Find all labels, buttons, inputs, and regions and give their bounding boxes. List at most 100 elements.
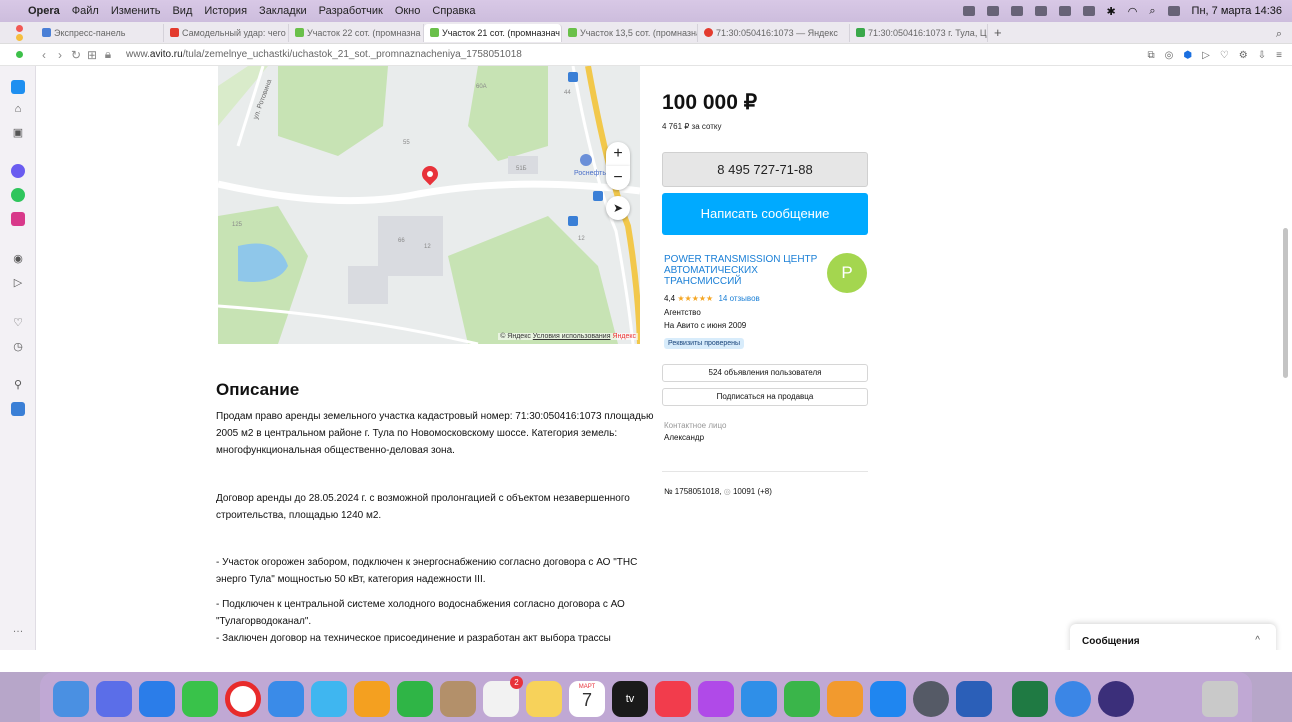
tab-avito-21-active[interactable]: Участок 21 сот. (промназнач — [424, 23, 562, 42]
menu-bookmarks[interactable]: Закладки — [259, 5, 307, 17]
map-zoom-out-button[interactable]: − — [606, 166, 630, 190]
back-button[interactable]: ‹ — [36, 48, 52, 62]
podcasts-icon[interactable] — [698, 681, 734, 717]
messages-app-icon[interactable] — [182, 681, 218, 717]
reload-button[interactable]: ↻ — [68, 48, 84, 62]
status-app-icon[interactable] — [1010, 6, 1023, 16]
tab-cadastre[interactable]: 71:30:050416:1073 г. Тула, Ц — [850, 23, 988, 42]
pages-icon[interactable] — [827, 681, 863, 717]
wallet-icon[interactable]: ▣ — [11, 126, 25, 140]
url-field[interactable]: www.avito.ru/tula/zemelnye_uchastki/ucha… — [126, 49, 522, 60]
excel-icon[interactable] — [1012, 681, 1048, 717]
menu-view[interactable]: Вид — [172, 5, 192, 17]
download-icon[interactable]: ⇩ — [1258, 50, 1266, 61]
menu-window[interactable]: Окно — [395, 5, 421, 17]
system-preferences-icon[interactable] — [913, 681, 949, 717]
camera-icon[interactable]: ◎ — [1165, 50, 1174, 61]
word-icon[interactable] — [956, 681, 992, 717]
history-icon[interactable]: ◷ — [11, 340, 25, 354]
numbers-icon[interactable] — [784, 681, 820, 717]
keynote-icon[interactable] — [741, 681, 777, 717]
status-app-icon[interactable] — [1034, 6, 1047, 16]
easy-setup-icon[interactable]: ≡ — [1276, 50, 1282, 61]
map-geolocation-icon[interactable]: ➤ — [606, 196, 630, 220]
tab-avito-13[interactable]: Участок 13,5 сот. (промназна — [562, 23, 698, 42]
tab-speed-dial[interactable]: Экспресс-панель — [36, 23, 164, 42]
page-scrollbar[interactable] — [1283, 228, 1288, 378]
app-w-icon[interactable] — [1098, 681, 1134, 717]
extension-icon[interactable] — [11, 402, 25, 416]
tab-search-icon[interactable]: ⌕ — [1276, 28, 1282, 41]
photos-icon[interactable] — [354, 681, 390, 717]
whatsapp-icon[interactable] — [11, 188, 25, 202]
spotlight-search-icon[interactable]: ⌕ — [1149, 5, 1155, 18]
messenger-icon[interactable] — [11, 164, 25, 178]
seller-ads-button[interactable]: 524 объявления пользователя — [662, 364, 868, 382]
map-brand-link[interactable]: Яндекс — [612, 333, 636, 340]
trash-icon[interactable] — [1202, 681, 1238, 717]
chrome-icon[interactable] — [1055, 681, 1091, 717]
status-app-icon[interactable] — [1058, 6, 1071, 16]
minimize-window-button[interactable] — [16, 33, 23, 41]
player-icon[interactable]: ▷ — [1202, 50, 1210, 61]
app-store-icon[interactable] — [870, 681, 906, 717]
clock[interactable]: Пн, 7 марта 14:36 — [1192, 5, 1282, 17]
calendar-icon[interactable]: МАРТ 7 — [569, 681, 605, 717]
new-tab-button[interactable]: + — [994, 25, 1002, 40]
subscribe-seller-button[interactable]: Подписаться на продавца — [662, 388, 868, 406]
menu-help[interactable]: Справка — [432, 5, 475, 17]
facetime-icon[interactable] — [397, 681, 433, 717]
music-icon[interactable]: ◉ — [11, 252, 25, 266]
zoom-window-button[interactable] — [16, 50, 23, 58]
seller-name-link[interactable]: POWER TRANSMISSION ЦЕНТР АВТОМАТИЧЕСКИХ … — [664, 254, 824, 287]
write-message-button[interactable]: Написать сообщение — [662, 193, 868, 235]
favorites-icon[interactable]: ♡ — [11, 316, 25, 330]
notes-icon[interactable] — [526, 681, 562, 717]
instagram-icon[interactable] — [11, 212, 25, 226]
dropbox-icon[interactable] — [986, 6, 999, 16]
messages-panel[interactable]: Сообщения ^ — [1070, 624, 1276, 650]
language-flag-icon[interactable] — [1082, 6, 1095, 16]
mail-icon[interactable] — [268, 681, 304, 717]
menu-app-name[interactable]: Opera — [28, 5, 60, 17]
chevron-up-icon[interactable]: ^ — [1255, 635, 1260, 646]
menu-file[interactable]: Файл — [72, 5, 99, 17]
apple-tv-icon[interactable]: tv — [612, 681, 648, 717]
flow-icon[interactable]: ▷ — [11, 276, 25, 290]
opera-icon[interactable] — [225, 681, 261, 717]
maps-icon[interactable] — [311, 681, 347, 717]
contacts-icon[interactable] — [440, 681, 476, 717]
status-app-icon[interactable] — [962, 6, 975, 16]
extensions-icon[interactable]: ⚙ — [1239, 50, 1248, 61]
location-icon[interactable]: ⚲ — [11, 378, 25, 392]
close-window-button[interactable] — [16, 24, 23, 32]
wifi-icon[interactable]: ◠ — [1128, 5, 1138, 18]
bluetooth-icon[interactable]: ✱ — [1107, 5, 1116, 18]
seller-avatar[interactable]: P — [827, 253, 867, 293]
vpn-shield-icon[interactable]: ⬢ — [1183, 50, 1192, 61]
calendar-day: 7 — [581, 690, 592, 710]
map-terms-link[interactable]: Условия использования — [533, 333, 611, 340]
heart-icon[interactable]: ♡ — [1220, 50, 1229, 61]
reviews-link[interactable]: 14 отзывов — [718, 294, 759, 303]
tab-article[interactable]: Самодельный удар: чего ждё — [164, 23, 289, 42]
menu-history[interactable]: История — [204, 5, 247, 17]
home-icon[interactable]: ⌂ — [11, 102, 25, 116]
tab-avito-22[interactable]: Участок 22 сот. (промназна — [289, 23, 424, 42]
snapshot-icon[interactable]: ⧉ — [1148, 50, 1155, 61]
launchpad-icon[interactable] — [96, 681, 132, 717]
safari-icon[interactable] — [139, 681, 175, 717]
forward-button[interactable]: › — [52, 48, 68, 62]
music-app-icon[interactable] — [655, 681, 691, 717]
yandex-map[interactable]: ул. Ротовина 60А 55 51Б 66 12 125 44 12 … — [218, 66, 640, 344]
speed-dial-icon[interactable] — [11, 80, 25, 94]
tab-yandex[interactable]: 71:30:050416:1073 — Яндекс — [698, 23, 850, 42]
menu-edit[interactable]: Изменить — [111, 5, 161, 17]
menu-developer[interactable]: Разработчик — [319, 5, 383, 17]
control-center-icon[interactable] — [1167, 6, 1180, 16]
map-zoom-in-button[interactable]: + — [606, 142, 630, 166]
finder-icon[interactable] — [53, 681, 89, 717]
more-icon[interactable]: … — [11, 622, 25, 636]
tabs-grid-icon[interactable]: ⊞ — [84, 48, 100, 62]
show-phone-button[interactable]: 8 495 727-71-88 — [662, 152, 868, 187]
